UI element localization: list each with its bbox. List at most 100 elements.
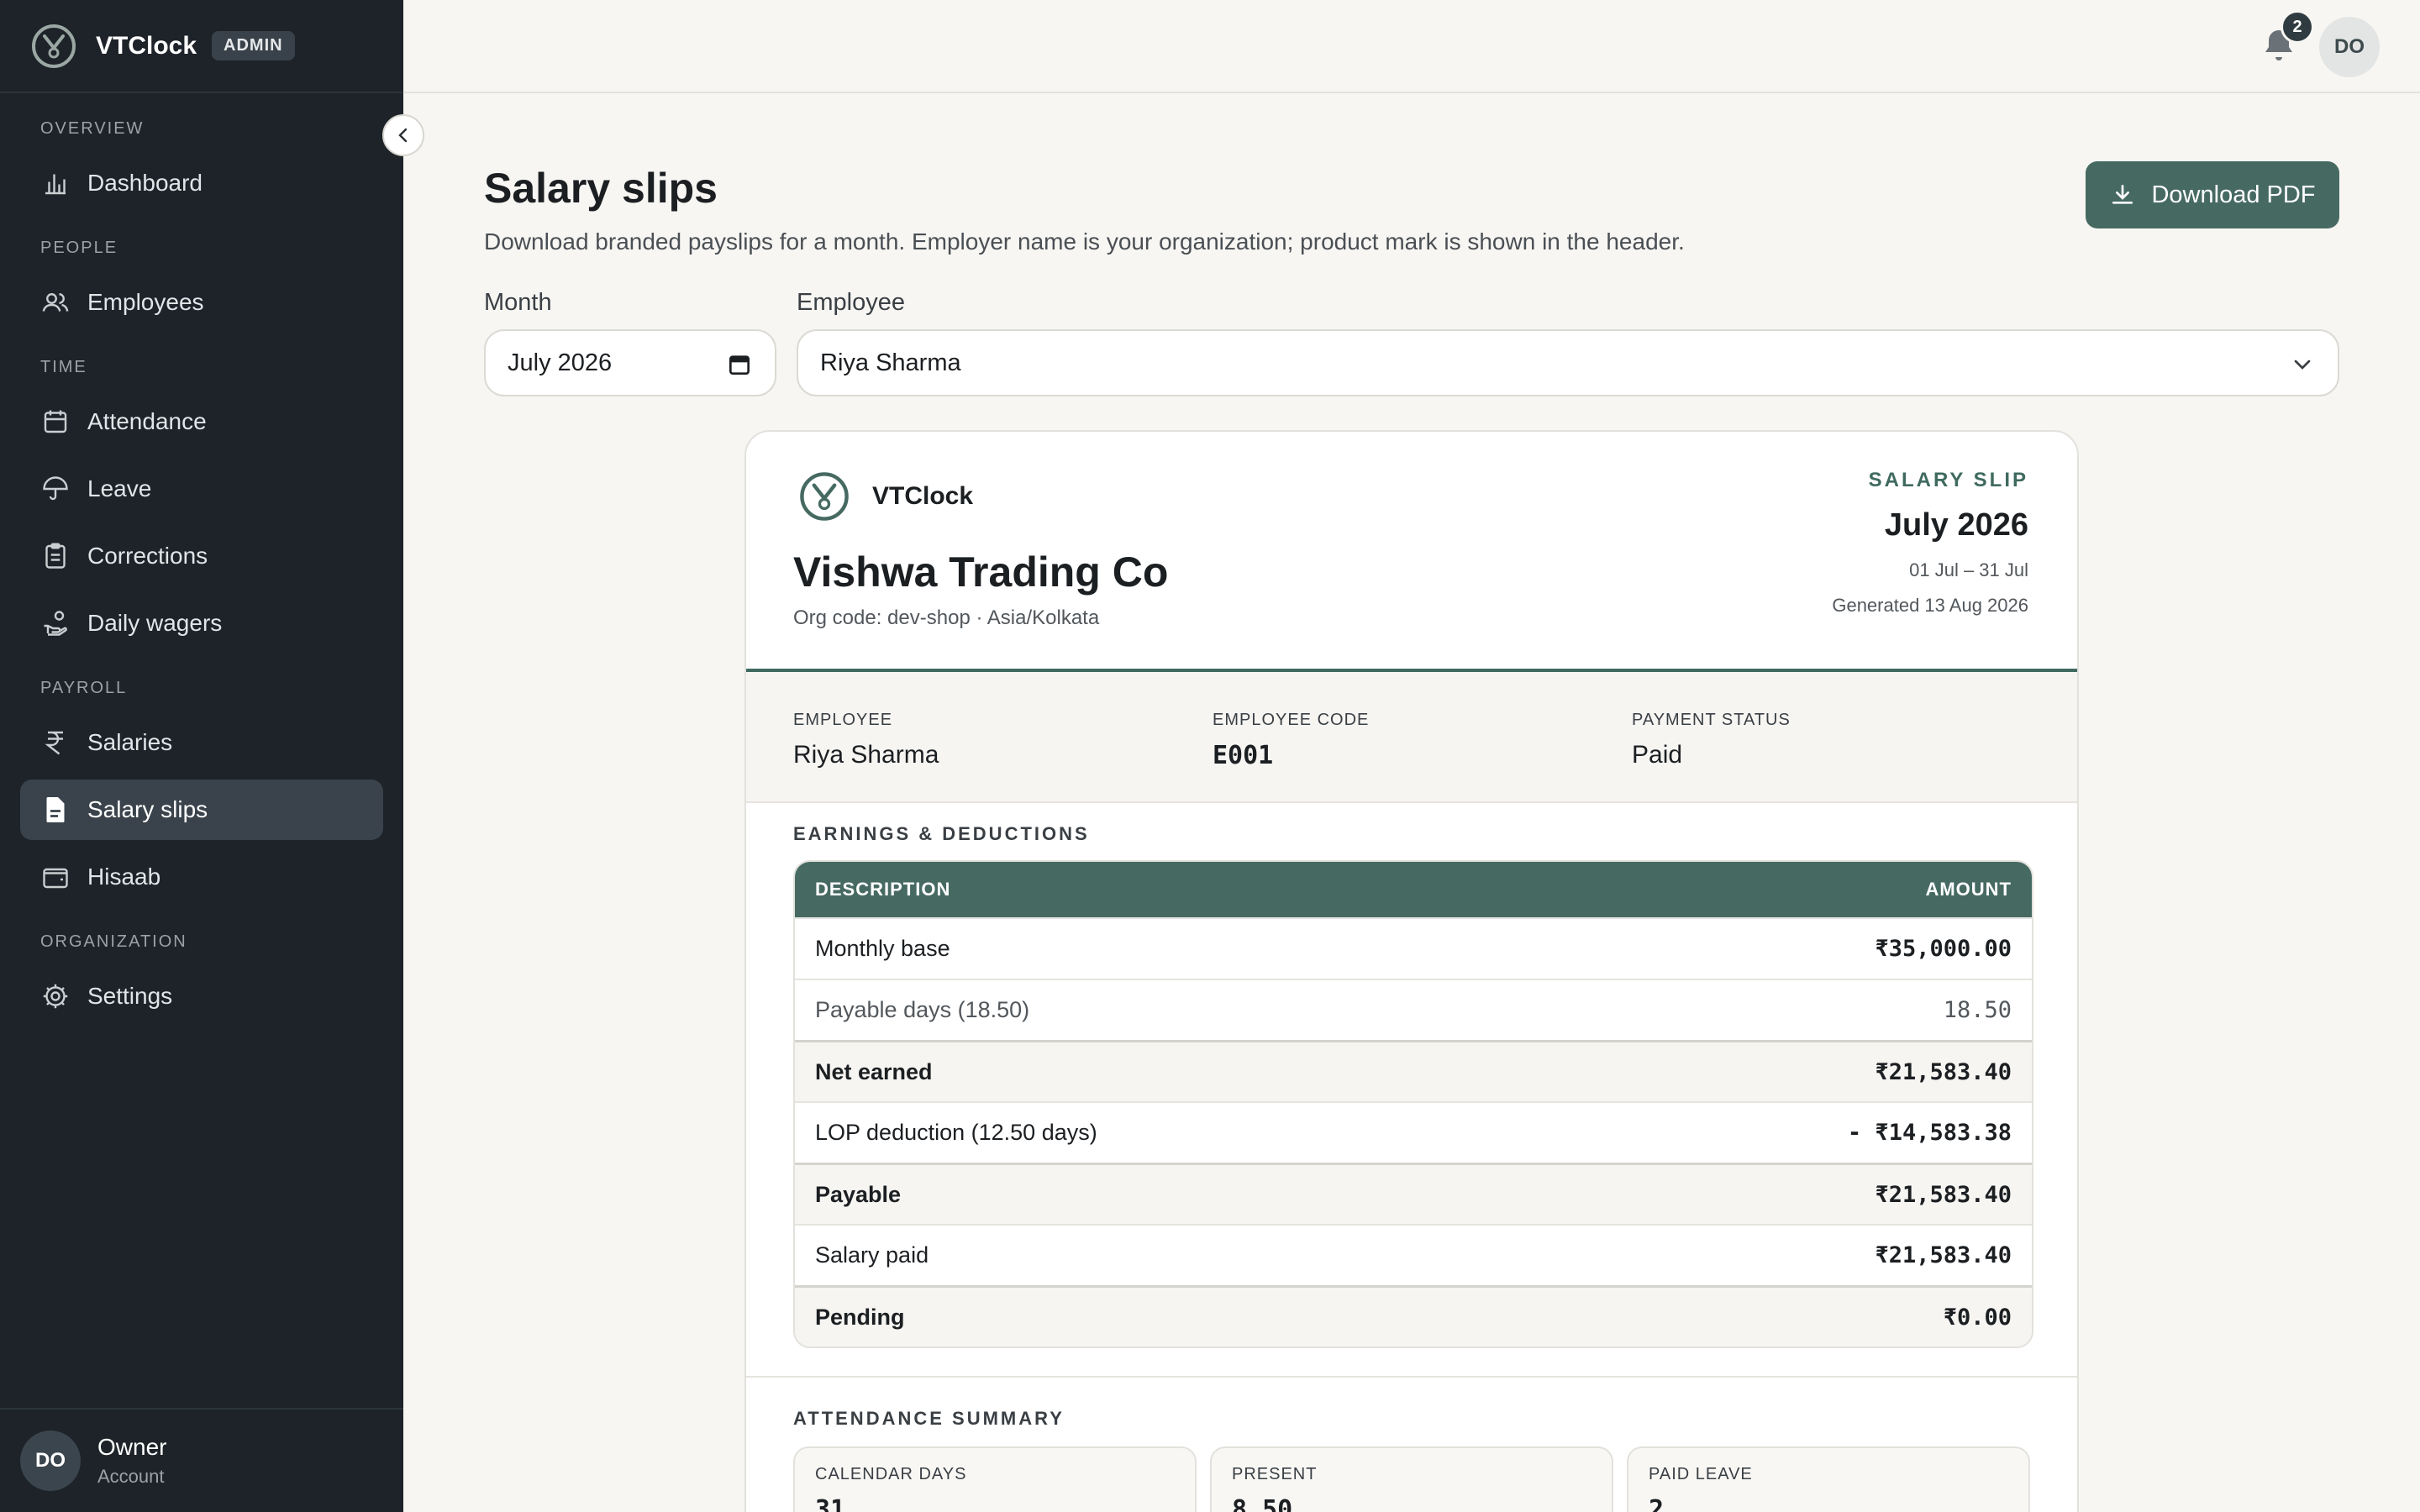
stat-present: PRESENT 8.50 [1210,1446,1613,1512]
download-icon [2112,185,2133,204]
download-pdf-label: Download PDF [2151,181,2316,208]
row-label: Net earned [815,1058,933,1084]
row-label: Pending [815,1304,905,1330]
stat-value: 2 [1649,1495,1665,1512]
sidebar-item-label: Salaries [87,729,173,755]
attendance-section-title: ATTENDANCE SUMMARY [793,1408,1065,1429]
slip-generated-date: Generated 13 Aug 2026 [1832,595,2028,616]
wallet-icon [43,868,68,889]
sidebar-item-dashboard[interactable]: Dashboard [20,153,383,213]
account-name: Owner [97,1434,167,1460]
employee-select[interactable]: Riya Sharma [797,329,2339,396]
stat-key: PAID LEAVE [1649,1465,1753,1483]
slip-month: July 2026 [1884,507,2028,543]
slip-brand-name: VTClock [872,482,974,510]
org-code: Org code: dev-shop · Asia/Kolkata [793,606,1100,629]
row-amount: ₹0.00 [1943,1304,2012,1331]
gear-icon [43,984,68,1009]
user-avatar-button[interactable]: DO [2319,17,2380,77]
chevron-down-icon [2294,360,2311,370]
col-description: DESCRIPTION [815,879,951,900]
topbar [403,0,2420,93]
app-name: VTClock [96,31,197,60]
role-badge: ADMIN [212,31,295,60]
sidebar-item-employees[interactable]: Employees [20,272,383,333]
employee-label: Employee [797,289,905,316]
row-label: Payable [815,1181,902,1207]
download-pdf-button[interactable]: Download PDF [2086,161,2339,228]
sidebar-item-label: Daily wagers [87,610,223,636]
vtclock-logo-icon [800,472,849,521]
sidebar-item-label: Salary slips [87,796,208,822]
sidebar-item-hisaab[interactable]: Hisaab [20,847,383,907]
info-value-payment-status: Paid [1632,741,1683,769]
calendar-picker-icon[interactable] [726,351,753,378]
document-icon [46,797,65,822]
info-key-employee-code: EMPLOYEE CODE [1213,711,1370,729]
sidebar-item-leave[interactable]: Leave [20,459,383,519]
earnings-section-title: EARNINGS & DEDUCTIONS [793,823,1090,844]
info-value-employee: Riya Sharma [793,741,939,769]
sidebar-item-attendance[interactable]: Attendance [20,391,383,452]
employee-value: Riya Sharma [820,349,961,376]
info-value-employee-code: E001 [1213,741,1274,770]
row-amount: ₹35,000.00 [1875,936,2012,962]
bar-chart-icon [45,174,66,195]
table-row: Salary paid ₹21,583.40 [795,1224,2032,1285]
stat-value: 31 [815,1495,846,1512]
table-row-subtotal: Net earned ₹21,583.40 [795,1040,2032,1101]
collapse-sidebar-button[interactable] [382,114,424,156]
sidebar-item-label: Leave [87,475,152,501]
vtclock-logo-icon [32,24,76,68]
hand-coins-icon [44,611,67,636]
sidebar-item-salary-slips[interactable]: Salary slips [20,780,383,840]
sidebar-item-salaries[interactable]: Salaries [20,712,383,773]
table-row-subtotal: Pending ₹0.00 [795,1285,2032,1347]
stat-value: 8.50 [1232,1495,1293,1512]
row-amount: ₹21,583.40 [1875,1242,2012,1268]
info-key-employee: EMPLOYEE [793,711,893,729]
section-payroll: PAYROLL [40,679,128,697]
clipboard-icon [45,543,66,569]
employer-name: Vishwa Trading Co [793,549,1169,596]
section-organization: ORGANIZATION [40,932,187,951]
row-label: Monthly base [815,936,950,961]
row-amount: - ₹14,583.38 [1847,1120,2012,1146]
rupee-icon [45,731,63,755]
table-row: LOP deduction (12.50 days) - ₹14,583.38 [795,1101,2032,1163]
slip-date-range: 01 Jul – 31 Jul [1909,559,2028,580]
slip-tag: SALARY SLIP [1868,469,2028,491]
sidebar-item-label: Settings [87,983,173,1009]
sidebar-item-corrections[interactable]: Corrections [20,526,383,586]
sidebar-item-settings[interactable]: Settings [20,966,383,1026]
stat-key: CALENDAR DAYS [815,1465,967,1483]
calendar-icon [44,410,67,433]
stat-paid-leave: PAID LEAVE 2 [1627,1446,2030,1512]
row-amount: 18.50 [1943,997,2012,1023]
earnings-table: DESCRIPTION AMOUNT Monthly base ₹35,000.0… [793,860,2033,1348]
table-row-subtotal: Payable ₹21,583.40 [795,1163,2032,1224]
avatar: DO [20,1431,81,1491]
stat-calendar-days: CALENDAR DAYS 31 [793,1446,1197,1512]
account-sub: Account [97,1466,165,1487]
sidebar-item-label: Corrections [87,543,208,569]
row-amount: ₹21,583.40 [1875,1058,2012,1085]
stat-key: PRESENT [1232,1465,1318,1483]
month-input[interactable]: July 2026 [484,329,776,396]
row-label: Payable days (18.50) [815,997,1030,1022]
info-key-payment-status: PAYMENT STATUS [1632,711,1791,729]
page-subtitle: Download branded payslips for a month. E… [484,228,1685,255]
section-overview: OVERVIEW [40,119,145,138]
row-amount: ₹21,583.40 [1875,1181,2012,1208]
brand: VTClock ADMIN [0,0,403,93]
chevron-left-icon [398,128,408,143]
row-label: Salary paid [815,1242,929,1268]
table-row: Payable days (18.50) 18.50 [795,979,2032,1040]
section-time: TIME [40,358,87,376]
col-amount: AMOUNT [1925,879,2012,900]
month-label: Month [484,289,552,316]
sidebar-item-daily-wagers[interactable]: Daily wagers [20,593,383,654]
page-title: Salary slips [484,165,718,212]
employee-info-band: EMPLOYEE Riya Sharma EMPLOYEE CODE E001 … [746,672,2077,803]
account-menu[interactable]: DO Owner Account [0,1408,403,1512]
